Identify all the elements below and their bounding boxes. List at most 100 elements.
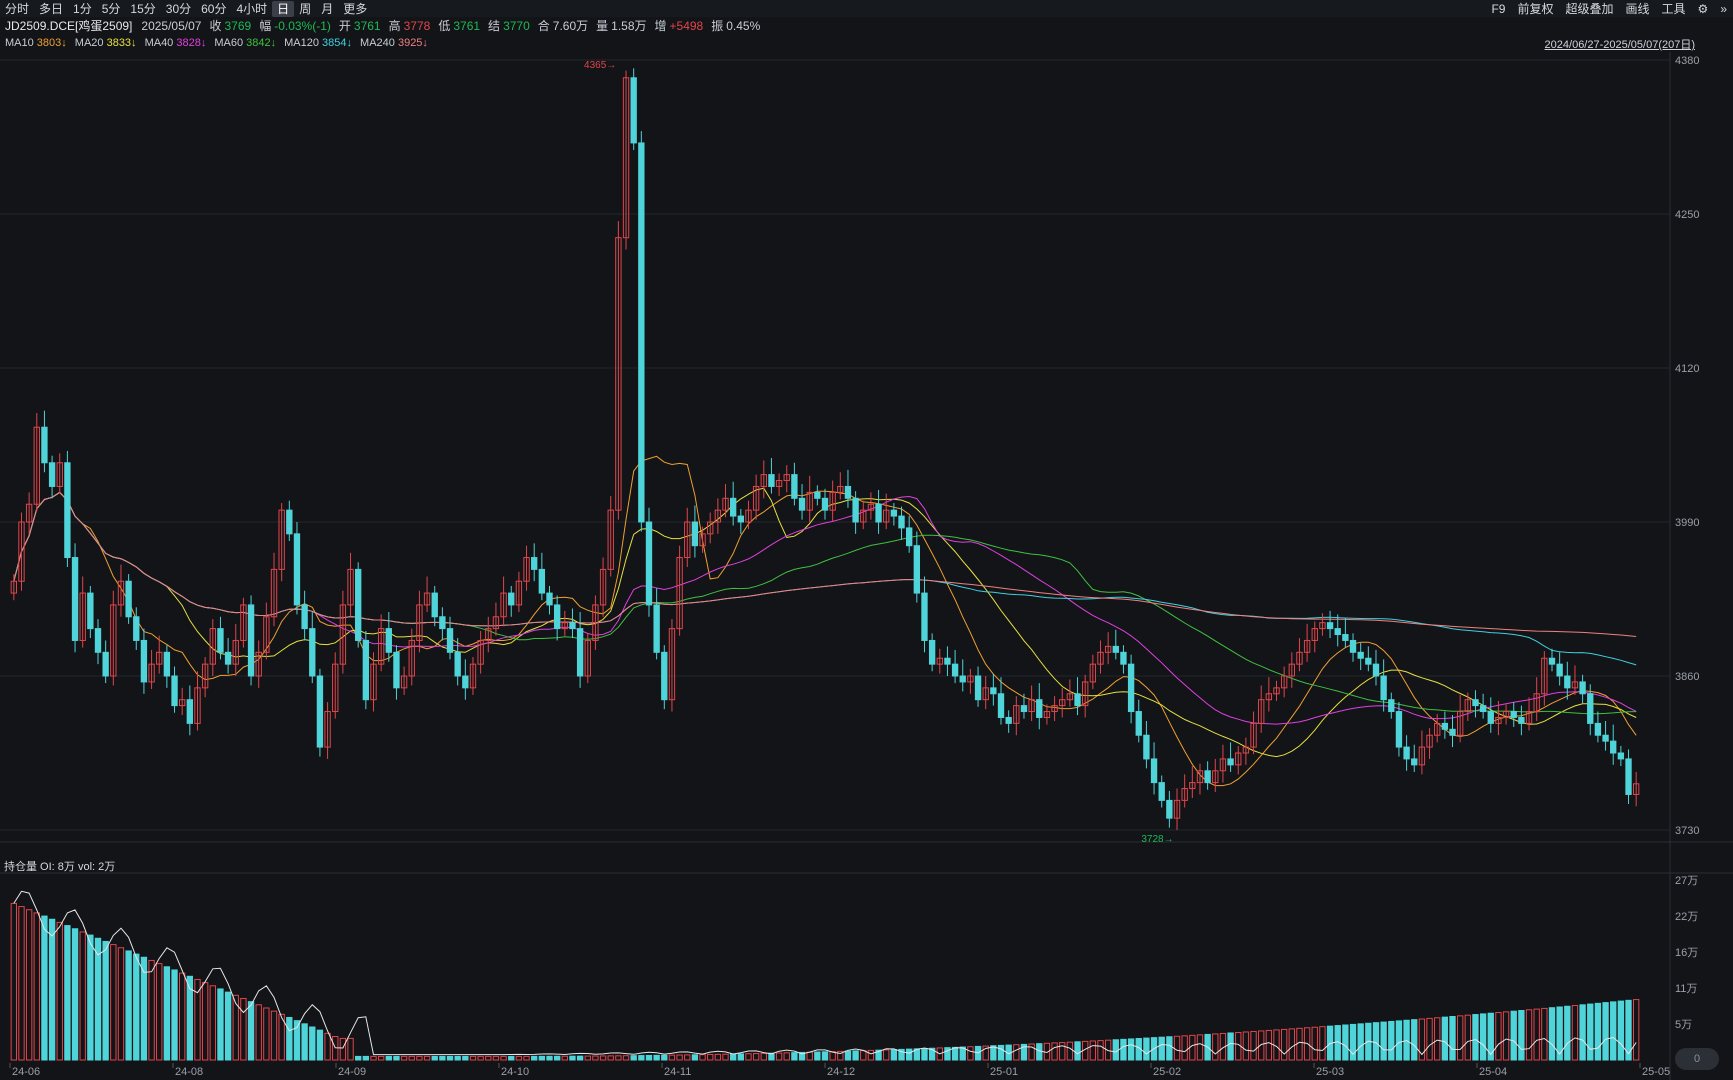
volume-bar: [500, 1055, 507, 1061]
candle-body: [1617, 752, 1625, 760]
volume-bar: [699, 1054, 706, 1061]
date-tick-label: 25-01: [990, 1066, 1018, 1078]
candle-body: [1564, 675, 1571, 689]
toolbar-right-item-0[interactable]: F9: [1485, 2, 1511, 16]
candle-body: [1372, 663, 1380, 677]
volume-bar: [1564, 1005, 1571, 1061]
candle-body: [974, 675, 982, 701]
candle-body: [355, 568, 362, 641]
volume-bar: [538, 1055, 546, 1061]
candle-body: [316, 675, 324, 748]
candle-body: [1388, 699, 1395, 713]
volume-bar: [25, 909, 33, 1061]
volume-bar: [523, 1055, 530, 1061]
period-tab-6[interactable]: 60分: [196, 1, 231, 17]
volume-bar: [1594, 1002, 1602, 1061]
volume-bar: [867, 1049, 875, 1061]
volume-bar: [324, 1032, 331, 1061]
ma-line-ma60: [13, 491, 1637, 715]
volume-bar: [462, 1055, 469, 1061]
candle-body: [293, 533, 301, 606]
volume-bar: [400, 1055, 408, 1061]
ma-legend-value: 3925↓: [397, 37, 428, 49]
date-range-selector[interactable]: 2024/06/27-2025/05/07(207日): [1545, 36, 1695, 52]
candle-body: [286, 509, 293, 535]
volume-bar: [201, 982, 209, 1061]
volume-bar: [240, 997, 247, 1061]
period-tab-9[interactable]: 周: [294, 1, 316, 17]
candle-body: [1342, 634, 1349, 641]
volume-bar: [316, 1029, 324, 1061]
toolbar-right-item-1[interactable]: 前复权: [1511, 0, 1559, 17]
period-tab-0[interactable]: 分时: [0, 1, 34, 17]
ma-line-ma20: [13, 487, 1637, 758]
low-value: 3761: [453, 18, 481, 33]
kline-chart[interactable]: 43804250412039903860373027万22万16万11万5万02…: [0, 0, 1733, 1080]
volume-bar: [821, 1051, 829, 1061]
date-tick-label: 24-11: [664, 1066, 691, 1078]
toolbar-right-item-4[interactable]: 工具: [1656, 0, 1692, 17]
volume-bar: [630, 1055, 637, 1061]
candle-body: [1334, 628, 1341, 636]
volume-bar: [485, 1055, 492, 1061]
volume-bar: [41, 915, 48, 1061]
volume-bar: [117, 947, 125, 1061]
volume-bar: [1510, 1010, 1517, 1061]
candle-body: [569, 622, 576, 630]
period-tab-7[interactable]: 4小时: [231, 1, 272, 17]
candle-body: [1403, 746, 1410, 760]
candle-body: [791, 474, 798, 499]
date-tick-label: 25-03: [1316, 1066, 1344, 1078]
volume-bar: [584, 1055, 591, 1061]
symbol-label[interactable]: JD2509.DCE[鸡蛋2509]: [5, 17, 132, 34]
settings-icon[interactable]: ⚙: [1692, 2, 1715, 16]
candle-body: [653, 604, 660, 653]
toolbar-right-item-2[interactable]: 超级叠加: [1560, 0, 1620, 17]
candle-body: [1625, 758, 1632, 795]
volume-bar: [1617, 1000, 1625, 1061]
volume-bar: [1311, 1026, 1318, 1061]
candle-body: [431, 592, 438, 618]
period-tab-4[interactable]: 15分: [125, 1, 160, 17]
change-label: 幅: [259, 19, 272, 33]
candle-body: [959, 675, 966, 683]
volume-tick-label: 11万: [1675, 983, 1697, 995]
period-tab-5[interactable]: 30分: [161, 1, 196, 17]
volume-bar: [890, 1049, 898, 1061]
period-tab-8[interactable]: 日: [272, 0, 295, 17]
candle-body: [630, 77, 637, 144]
candle-body: [163, 651, 171, 677]
volume-bar: [1051, 1042, 1058, 1061]
toolbar-right-item-3[interactable]: 画线: [1620, 0, 1656, 17]
period-tab-11[interactable]: 更多: [338, 1, 372, 17]
volume-bars: [10, 902, 1640, 1061]
volume-bar: [1579, 1004, 1586, 1061]
candle-body: [508, 592, 515, 606]
volume-bar: [1610, 1001, 1617, 1061]
volume-bar: [446, 1055, 454, 1061]
volume-bar: [745, 1053, 752, 1061]
volume-bar: [860, 1050, 867, 1061]
candle-body: [1411, 758, 1418, 766]
volume-bar: [224, 991, 232, 1061]
quote-info-line: JD2509.DCE[鸡蛋2509] 2025/05/07 收 3769 幅 -…: [0, 17, 1733, 34]
period-tab-2[interactable]: 1分: [68, 1, 97, 17]
candles[interactable]: [10, 68, 1640, 830]
amplitude-label: 振: [711, 19, 724, 33]
ma-legend-label: MA40: [144, 37, 177, 49]
candle-body: [821, 497, 829, 511]
candle-body: [951, 663, 959, 677]
period-tab-1[interactable]: 多日: [34, 1, 68, 17]
volume-bar: [1296, 1027, 1303, 1061]
volume-bar: [416, 1055, 423, 1061]
min-price-label: 3728→: [1141, 834, 1173, 845]
ma-legend-item-5: MA240 3925↓: [360, 37, 428, 49]
candle-body: [1036, 699, 1043, 718]
volume-bar: [852, 1050, 859, 1061]
expand-icon[interactable]: »: [1714, 2, 1733, 16]
candle-body: [1380, 675, 1387, 701]
period-tab-3[interactable]: 5分: [97, 1, 126, 17]
period-tab-10[interactable]: 月: [316, 1, 338, 17]
ma-line-ma40: [13, 491, 1637, 725]
volume-bar: [1426, 1017, 1433, 1061]
